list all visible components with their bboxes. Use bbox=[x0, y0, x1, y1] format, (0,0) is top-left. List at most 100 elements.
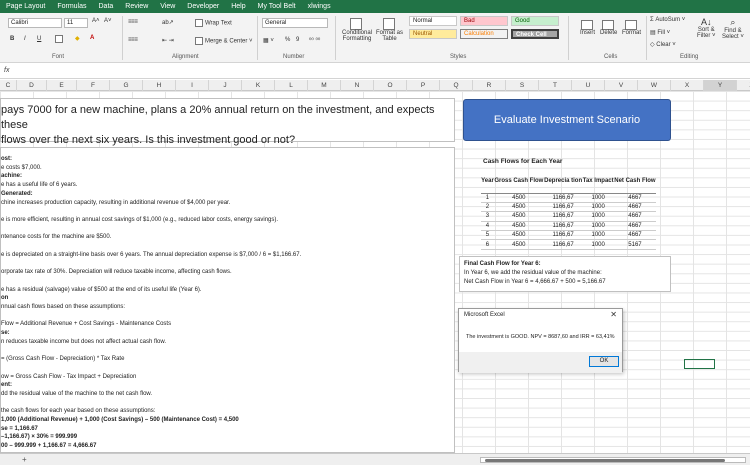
style-check-cell[interactable]: Check Cell bbox=[511, 29, 559, 39]
table-cell[interactable]: 1 bbox=[481, 193, 494, 203]
table-cell[interactable]: 1000 bbox=[582, 221, 614, 232]
style-neutral[interactable]: Neutral bbox=[409, 29, 457, 39]
table-cell[interactable]: 1000 bbox=[582, 202, 614, 213]
column-header[interactable]: Z bbox=[737, 80, 750, 91]
style-normal[interactable]: Normal bbox=[409, 16, 457, 26]
table-cell[interactable]: 4667 bbox=[613, 221, 656, 232]
indent-icon[interactable]: ⇤ ⇥ bbox=[162, 37, 174, 44]
column-header[interactable]: N bbox=[341, 80, 374, 91]
underline-button[interactable]: U bbox=[37, 36, 41, 42]
column-header[interactable]: T bbox=[539, 80, 572, 91]
table-cell[interactable]: 5 bbox=[481, 230, 494, 241]
column-header[interactable]: X bbox=[671, 80, 704, 91]
sort-filter-button[interactable]: A↓ Sort & Filter ˅ bbox=[697, 17, 716, 39]
font-name-box[interactable]: Calibri bbox=[8, 18, 62, 28]
table-cell[interactable]: 4667 bbox=[613, 193, 656, 203]
table-cell[interactable]: 6 bbox=[481, 239, 494, 250]
table-cell[interactable]: 4667 bbox=[613, 230, 656, 241]
table-cell[interactable]: 1166,67 bbox=[543, 221, 583, 232]
table-cell[interactable]: 4500 bbox=[493, 239, 544, 250]
column-header[interactable]: G bbox=[110, 80, 143, 91]
table-cell[interactable]: 1000 bbox=[582, 230, 614, 241]
column-header[interactable]: H bbox=[143, 80, 176, 91]
percent-button[interactable]: % bbox=[285, 37, 290, 43]
table-cell[interactable]: 5167 bbox=[613, 239, 656, 250]
menu-item[interactable]: Data bbox=[93, 3, 120, 10]
currency-icon[interactable]: ▦ ˅ bbox=[263, 37, 274, 44]
column-header[interactable]: F bbox=[77, 80, 110, 91]
style-bad[interactable]: Bad bbox=[460, 16, 508, 26]
column-header[interactable]: W bbox=[638, 80, 671, 91]
table-cell[interactable]: 4500 bbox=[493, 193, 544, 203]
format-button[interactable]: Format bbox=[622, 20, 641, 36]
table-cell[interactable]: 4500 bbox=[493, 202, 544, 213]
orientation-icon[interactable]: ab↗ bbox=[162, 19, 174, 26]
table-cell[interactable]: 1000 bbox=[582, 239, 614, 250]
menu-item[interactable]: View bbox=[154, 3, 181, 10]
table-cell[interactable]: 1166,67 bbox=[543, 202, 583, 213]
column-header[interactable]: J bbox=[209, 80, 242, 91]
ok-button[interactable]: OK bbox=[589, 356, 619, 367]
column-header[interactable]: L bbox=[275, 80, 308, 91]
column-header[interactable]: S bbox=[506, 80, 539, 91]
table-cell[interactable]: 4 bbox=[481, 221, 494, 232]
fill-color-icon[interactable]: ◆ bbox=[75, 35, 80, 42]
table-cell[interactable]: 1000 bbox=[582, 193, 614, 203]
table-cell[interactable]: 4500 bbox=[493, 211, 544, 222]
table-cell[interactable]: 1166,67 bbox=[543, 230, 583, 241]
align-left-icon[interactable]: ≡ ≡ ≡ bbox=[128, 37, 138, 43]
insert-button[interactable]: Insert bbox=[580, 20, 595, 36]
fill-button[interactable]: ▤ Fill ˅ bbox=[650, 29, 670, 36]
table-cell[interactable]: 1000 bbox=[582, 211, 614, 222]
formula-bar[interactable]: fx bbox=[0, 65, 750, 79]
assumptions-textbox[interactable]: ost: e costs $7,000. achine: e has a useful… bbox=[0, 147, 455, 453]
decrease-font-icon[interactable]: A˅ bbox=[104, 18, 112, 24]
number-format-box[interactable]: General bbox=[262, 18, 328, 28]
column-header[interactable]: I bbox=[176, 80, 209, 91]
style-good[interactable]: Good bbox=[511, 16, 559, 26]
selected-cell[interactable] bbox=[684, 359, 715, 369]
column-header[interactable]: Y bbox=[704, 80, 737, 91]
bold-button[interactable]: B bbox=[10, 36, 14, 42]
final-cash-flow-textbox[interactable]: Final Cash Flow for Year 6: In Year 6, w… bbox=[459, 256, 671, 292]
column-header[interactable]: R bbox=[473, 80, 506, 91]
borders-icon[interactable] bbox=[55, 35, 65, 43]
table-cell[interactable]: 4500 bbox=[493, 221, 544, 232]
column-header[interactable]: D bbox=[17, 80, 47, 91]
column-header[interactable]: K bbox=[242, 80, 275, 91]
table-cell[interactable]: 4667 bbox=[613, 202, 656, 213]
italic-button[interactable]: I bbox=[24, 36, 26, 42]
menu-item[interactable]: xlwings bbox=[302, 3, 337, 10]
menu-item[interactable]: Help bbox=[225, 3, 251, 10]
add-sheet-button[interactable]: + bbox=[22, 455, 27, 464]
column-header[interactable]: E bbox=[47, 80, 77, 91]
menu-item[interactable]: Review bbox=[119, 3, 154, 10]
problem-title-textbox[interactable]: pays 7000 for a new machine, plans a 20%… bbox=[0, 98, 455, 146]
table-cell[interactable]: 3 bbox=[481, 211, 494, 222]
font-size-box[interactable]: 11 bbox=[64, 18, 88, 28]
column-header[interactable]: U bbox=[572, 80, 605, 91]
comma-icon[interactable]: 9 bbox=[296, 37, 299, 43]
find-select-button[interactable]: ⌕ Find & Select ˅ bbox=[722, 17, 744, 40]
column-header[interactable]: C bbox=[0, 80, 17, 91]
column-header[interactable]: P bbox=[407, 80, 440, 91]
horizontal-scrollbar[interactable] bbox=[480, 457, 746, 463]
delete-button[interactable]: Delete bbox=[600, 20, 617, 36]
column-header[interactable]: V bbox=[605, 80, 638, 91]
column-header[interactable]: M bbox=[308, 80, 341, 91]
font-color-icon[interactable]: A bbox=[90, 35, 94, 41]
merge-center-button[interactable]: Merge & Center ˅ bbox=[195, 37, 253, 45]
table-cell[interactable]: 4500 bbox=[493, 230, 544, 241]
menu-item[interactable]: Page Layout bbox=[0, 3, 51, 10]
style-calculation[interactable]: Calculation bbox=[460, 29, 508, 39]
clear-button[interactable]: ◇ Clear ˅ bbox=[650, 41, 676, 48]
menu-item[interactable]: Developer bbox=[181, 3, 225, 10]
scrollbar-thumb[interactable] bbox=[485, 459, 725, 462]
column-header[interactable]: Q bbox=[440, 80, 473, 91]
conditional-formatting-button[interactable]: Conditional Formatting bbox=[342, 18, 372, 42]
table-cell[interactable]: 4667 bbox=[613, 211, 656, 222]
table-cell[interactable]: 2 bbox=[481, 202, 494, 213]
table-cell[interactable]: 1166,67 bbox=[543, 193, 583, 203]
align-top-icon[interactable]: ≡ ≡ ≡ bbox=[128, 19, 138, 25]
menu-item[interactable]: Formulas bbox=[51, 3, 92, 10]
